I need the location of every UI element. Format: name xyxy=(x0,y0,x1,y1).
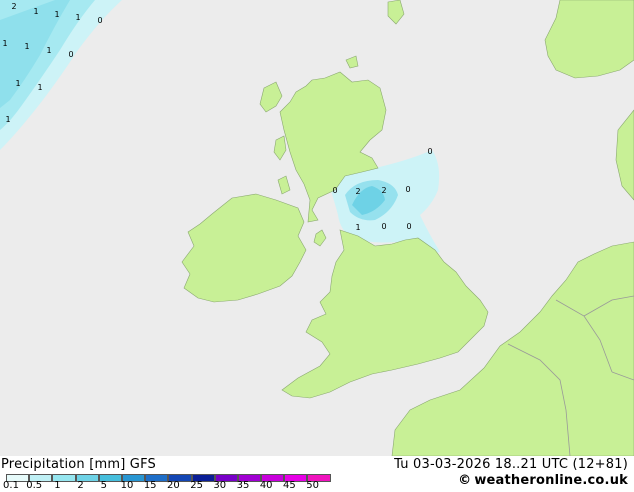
legend-tick-label: 0.5 xyxy=(26,480,43,491)
precip-value-label: 2 xyxy=(11,2,16,11)
legend-tick-label: 10 xyxy=(120,480,134,491)
precip-value-label: 0 xyxy=(405,185,410,194)
precip-value-label: 1 xyxy=(46,46,51,55)
precip-value-label: 1 xyxy=(15,79,20,88)
precip-value-label: 1 xyxy=(37,83,42,92)
legend-tick-label: 50 xyxy=(306,480,319,491)
legend-tick-label: 35 xyxy=(236,480,250,491)
legend-tick-label: 40 xyxy=(259,480,273,491)
precip-value-label: 1 xyxy=(5,115,10,124)
legend-tick-label: 2 xyxy=(77,480,84,491)
legend-tick-label: 1 xyxy=(54,480,61,491)
precip-value-label: 1 xyxy=(33,7,38,16)
precip-value-label: 0 xyxy=(332,186,337,195)
precip-value-label: 0 xyxy=(97,16,102,25)
precipitation-map: 2 1 1 1 0 1 1 1 0 1 1 1 0 0 2 2 0 1 0 0 xyxy=(0,0,634,456)
precip-value-label: 1 xyxy=(24,42,29,51)
precip-value-label: 0 xyxy=(381,222,386,231)
precip-value-label: 2 xyxy=(381,186,386,195)
precip-value-label: 1 xyxy=(54,10,59,19)
valid-time: Tu 03-03-2026 18..21 UTC (12+81) xyxy=(394,457,628,472)
legend-tick-label: 25 xyxy=(190,480,203,491)
legend-tick-label: 0.1 xyxy=(3,480,19,491)
legend-tick-label: 30 xyxy=(213,480,227,491)
precip-value-label: 1 xyxy=(355,223,360,232)
precip-value-label: 2 xyxy=(355,187,360,196)
precip-value-label: 0 xyxy=(406,222,411,231)
footer: Precipitation [mm] GFS Tu 03-03-2026 18.… xyxy=(0,456,634,492)
legend-tick-label: 15 xyxy=(143,480,157,491)
legend-tick-label: 45 xyxy=(283,480,296,491)
precip-legend-ticks: 0.1 0.5 1 2 5 10 15 20 25 30 35 40 45 50 xyxy=(0,480,330,492)
norway xyxy=(544,0,634,79)
legend-tick-label: 20 xyxy=(167,480,180,491)
map-title: Precipitation [mm] GFS xyxy=(1,457,156,472)
precip-value-label: 1 xyxy=(2,39,7,48)
precip-value-label: 1 xyxy=(75,13,80,22)
copyright-icon: © xyxy=(458,473,472,488)
legend-tick-label: 5 xyxy=(100,480,107,491)
credit-link[interactable]: weatheronline.co.uk xyxy=(474,473,628,488)
map-view: 21110111011100220100 Precipitation [mm] … xyxy=(0,0,634,492)
precip-value-label: 0 xyxy=(68,50,73,59)
precip-value-label: 0 xyxy=(427,147,432,156)
credit[interactable]: © weatheronline.co.uk xyxy=(458,473,628,488)
